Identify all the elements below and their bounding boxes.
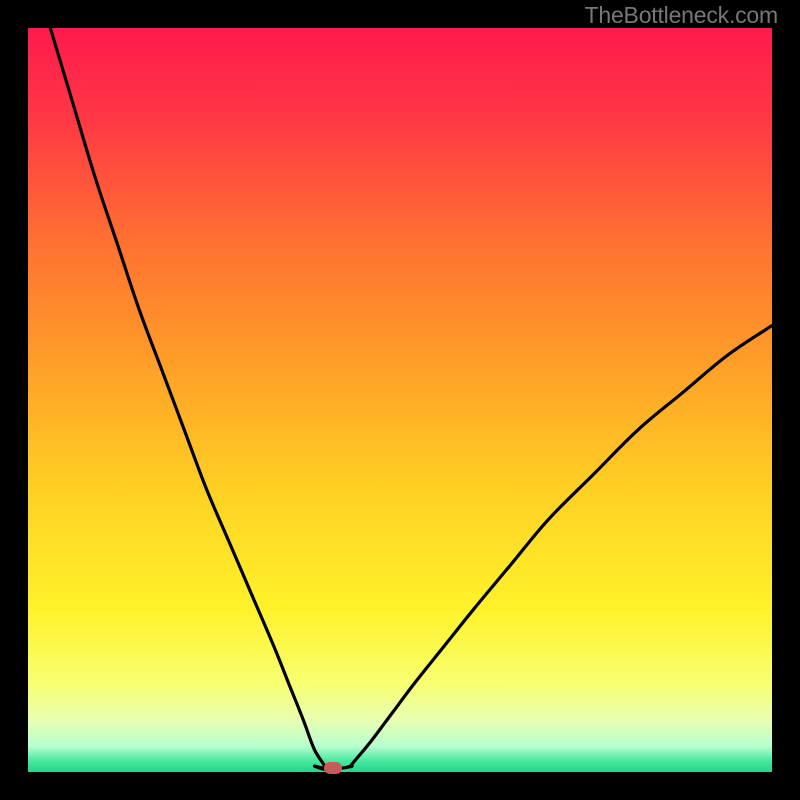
curve-path xyxy=(50,28,772,769)
bottleneck-curve xyxy=(28,28,772,772)
watermark-text: TheBottleneck.com xyxy=(585,2,778,29)
plot-area xyxy=(28,28,772,772)
optimum-marker xyxy=(324,762,342,774)
chart-frame: TheBottleneck.com xyxy=(0,0,800,800)
